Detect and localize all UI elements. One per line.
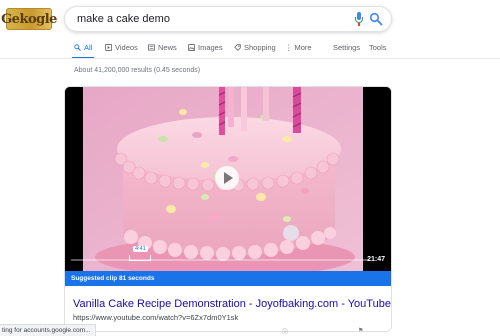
video-icon — [105, 44, 112, 51]
feedback-icon[interactable]: ⚑ — [358, 327, 363, 334]
microphone-icon[interactable] — [355, 12, 363, 26]
play-button[interactable] — [215, 166, 239, 190]
result-title-link[interactable]: Vanilla Cake Recipe Demonstration - Joyo… — [73, 298, 391, 310]
tab-label: Shopping — [244, 43, 276, 52]
settings-label: Settings — [333, 43, 361, 52]
tab-images[interactable]: Images — [188, 43, 223, 52]
tab-shopping[interactable]: Shopping — [234, 43, 276, 52]
tab-label: All — [84, 43, 93, 52]
image-icon — [188, 44, 195, 51]
settings-link[interactable]: Settings — [333, 43, 360, 52]
tab-more[interactable]: ⋮ More — [285, 43, 312, 52]
video-result-card: 4:41 21:47 Suggested clip 81 seconds Van… — [64, 86, 392, 332]
tab-label: Images — [198, 43, 223, 52]
result-url: https://www.youtube.com/watch?v=6Zx7dm0Y… — [73, 313, 239, 322]
result-stats: About 41,200,000 results (0.45 seconds) — [74, 67, 201, 74]
tab-news[interactable]: News — [148, 43, 177, 52]
video-player[interactable]: 4:41 21:47 — [65, 87, 391, 271]
more-dots-icon: ⋮ — [285, 43, 292, 52]
tools-label: Tools — [369, 43, 387, 52]
browser-status-bar: ting for accounts.google.com... — [0, 324, 96, 336]
tag-icon — [234, 44, 241, 51]
video-duration: 21:47 — [367, 256, 385, 263]
tools-link[interactable]: Tools — [369, 43, 387, 52]
tab-label: Videos — [115, 43, 138, 52]
search-icon — [74, 44, 81, 51]
search-engine-logo[interactable]: Gekogle — [1, 8, 57, 30]
logo-text: Gekogle — [1, 11, 57, 27]
search-tabs: All Videos News Images Shopping ⋮ More S… — [68, 40, 500, 59]
tab-all[interactable]: All — [71, 43, 95, 59]
search-icon[interactable] — [369, 12, 383, 26]
suggested-clip-banner[interactable]: Suggested clip 81 seconds — [65, 271, 391, 286]
tab-videos[interactable]: Videos — [105, 43, 138, 52]
tab-divider — [0, 58, 500, 59]
search-input[interactable]: make a cake demo — [77, 13, 170, 25]
search-box[interactable]: make a cake demo — [64, 6, 392, 32]
suggested-clip-marker[interactable] — [129, 255, 151, 261]
progress-track[interactable] — [71, 259, 369, 261]
news-icon — [148, 44, 155, 51]
tab-label: News — [158, 43, 177, 52]
clip-start-time: 4:41 — [133, 246, 148, 252]
tab-label: More — [294, 43, 312, 52]
